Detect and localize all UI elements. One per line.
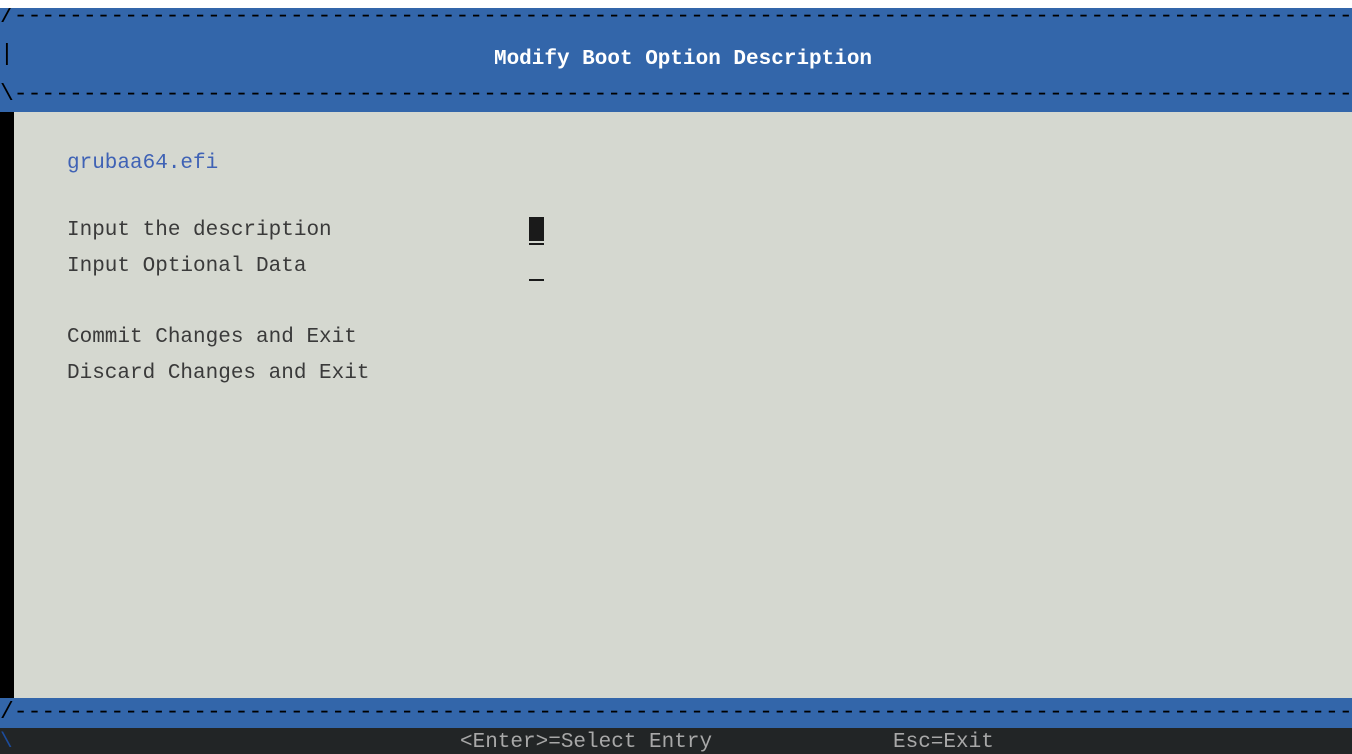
optional-data-field-label[interactable]: Input Optional Data [67, 253, 306, 281]
page-title: Modify Boot Option Description [493, 48, 873, 71]
commit-changes-button[interactable]: Commit Changes and Exit [67, 324, 357, 352]
description-input-underline[interactable] [529, 243, 544, 245]
description-input-cursor[interactable] [529, 217, 544, 241]
left-border [0, 112, 14, 698]
header-rule-bottom: \---------------------------------------… [0, 81, 1352, 107]
header-rule-top: /---------------------------------------… [0, 8, 1352, 29]
status-bar: \ <Enter>=Select Entry Esc=Exit [0, 728, 1352, 754]
footer-bar: /---------------------------------------… [0, 698, 1352, 728]
description-field-label[interactable]: Input the description [67, 217, 332, 245]
footer-rule: /---------------------------------------… [0, 699, 1352, 725]
firmware-screen: /---------------------------------------… [0, 0, 1352, 754]
enter-select-hint: <Enter>=Select Entry [460, 731, 713, 754]
status-corner: \ [0, 731, 13, 754]
header-bar: /---------------------------------------… [0, 8, 1352, 112]
esc-exit-hint: Esc=Exit [893, 731, 994, 754]
content-panel: grubaa64.efi Input the description Input… [14, 112, 1352, 698]
terminal-window: /---------------------------------------… [0, 8, 1352, 754]
optional-data-input-underline[interactable] [529, 279, 544, 281]
boot-file-name: grubaa64.efi [67, 152, 219, 175]
discard-changes-button[interactable]: Discard Changes and Exit [67, 360, 369, 388]
